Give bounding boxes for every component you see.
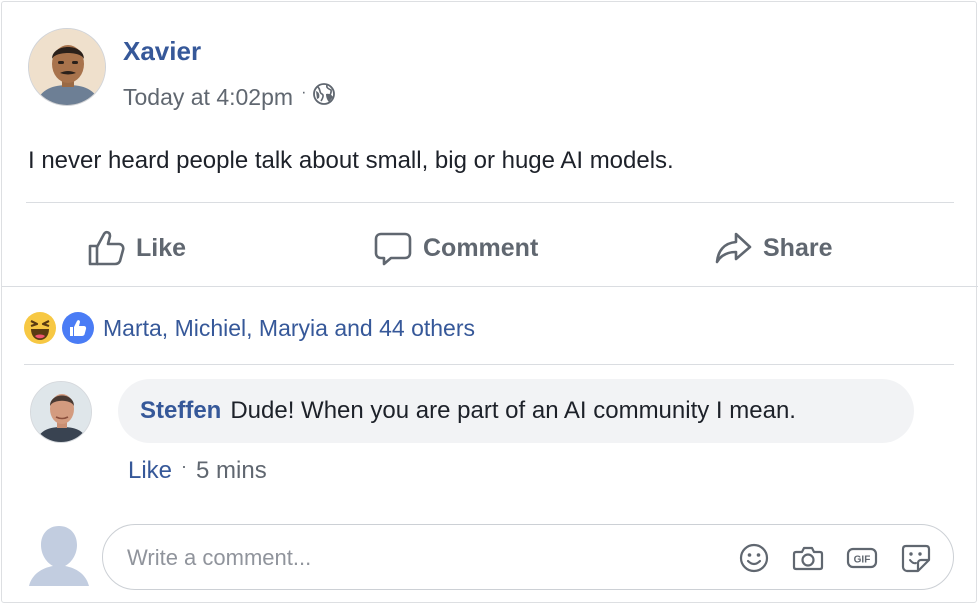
divider	[26, 202, 954, 203]
author-avatar-image	[29, 29, 105, 105]
post-timestamp[interactable]: Today at 4:02pm	[123, 84, 293, 111]
comment-button[interactable]: Comment	[373, 224, 538, 272]
gif-icon[interactable]: GIF	[845, 541, 879, 575]
commenter-avatar-image	[31, 382, 91, 442]
comment-actions: Like · 5 mins	[128, 455, 267, 485]
svg-text:GIF: GIF	[854, 555, 871, 566]
comment-author-name[interactable]: Steffen	[140, 397, 221, 425]
camera-icon[interactable]	[791, 541, 825, 575]
default-avatar-icon	[29, 526, 89, 586]
share-arrow-icon	[715, 232, 752, 264]
share-label: Share	[763, 233, 833, 262]
author-avatar[interactable]	[28, 28, 106, 106]
sticker-icon[interactable]	[899, 541, 933, 575]
like-label: Like	[136, 233, 187, 262]
commenter-avatar[interactable]	[30, 381, 92, 443]
divider	[24, 364, 954, 365]
reactions-row: Marta, Michiel, Maryia and 44 others	[24, 312, 475, 344]
comment-timestamp[interactable]: 5 mins	[196, 457, 267, 485]
post-text: I never heard people talk about small, b…	[28, 147, 674, 174]
comment-like-link[interactable]: Like	[128, 457, 172, 485]
emoji-icon[interactable]	[737, 541, 771, 575]
globe-icon[interactable]	[312, 82, 336, 112]
speech-bubble-icon	[374, 232, 412, 266]
like-button[interactable]: Like	[86, 224, 186, 272]
divider	[2, 286, 978, 287]
current-user-avatar	[26, 520, 92, 586]
post-meta: Today at 4:02pm ·	[123, 82, 336, 112]
haha-emoji-icon[interactable]	[24, 312, 56, 344]
comment-input[interactable]	[125, 539, 709, 577]
post-author-name[interactable]: Xavier	[123, 36, 201, 67]
meta-separator: ·	[301, 84, 307, 101]
comment-meta-separator: ·	[181, 455, 188, 476]
reactions-summary[interactable]: Marta, Michiel, Maryia and 44 others	[103, 315, 475, 342]
like-reaction-icon[interactable]	[62, 312, 94, 344]
comment-text: Dude! When you are part of an AI communi…	[230, 397, 796, 424]
comment-composer: GIF	[102, 524, 954, 590]
thumbs-up-icon	[88, 230, 125, 266]
share-button[interactable]: Share	[713, 224, 832, 272]
comment-bubble: Steffen Dude! When you are part of an AI…	[118, 379, 914, 443]
comment-label: Comment	[423, 233, 539, 262]
post-card: Xavier Today at 4:02pm · I never heard p…	[1, 1, 978, 603]
